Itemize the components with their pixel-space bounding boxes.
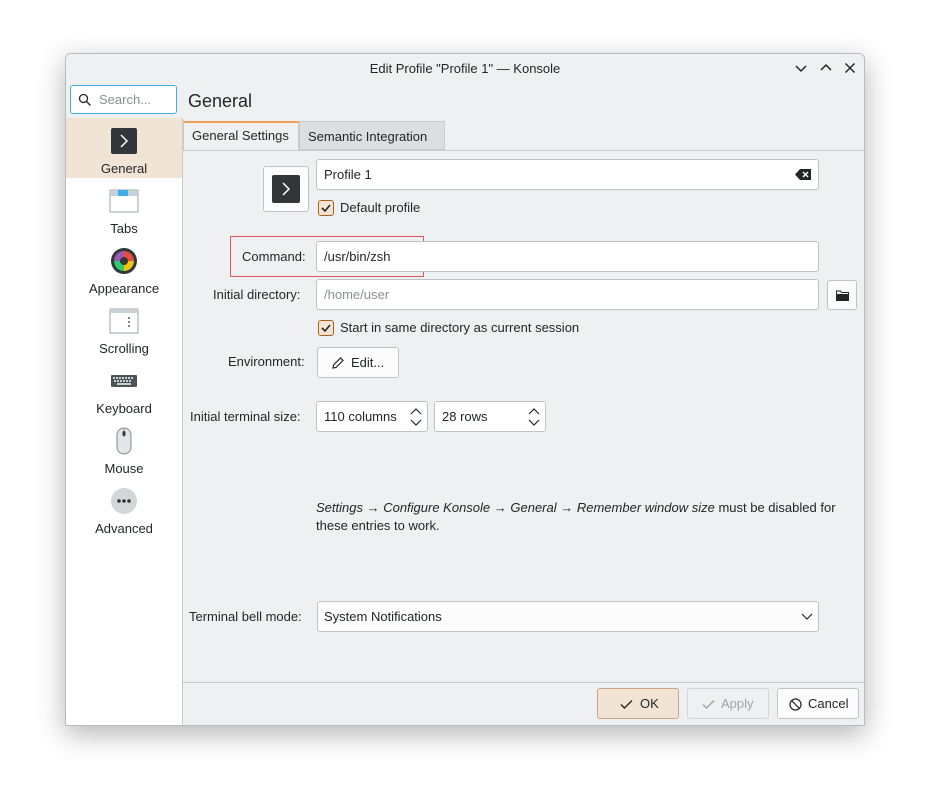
apply-label: Apply bbox=[721, 696, 754, 711]
initial-directory-label: Initial directory: bbox=[213, 287, 301, 302]
more-icon bbox=[111, 488, 137, 514]
sidebar-item-label: Tabs bbox=[110, 221, 138, 236]
columns-spinbox[interactable]: 110 columns bbox=[316, 401, 428, 432]
bell-mode-label: Terminal bell mode: bbox=[189, 609, 302, 624]
chevron-down-icon bbox=[801, 613, 813, 620]
terminal-icon bbox=[272, 175, 300, 203]
close-icon bbox=[844, 62, 856, 74]
checkmark-icon bbox=[321, 324, 331, 333]
sidebar-item-label: Keyboard bbox=[96, 401, 152, 416]
sidebar-item-advanced[interactable]: Advanced bbox=[66, 478, 182, 538]
ok-label: OK bbox=[640, 696, 659, 711]
sidebar-item-label: Appearance bbox=[88, 281, 160, 296]
command-input[interactable]: /usr/bin/zsh bbox=[316, 241, 819, 272]
checkmark-icon bbox=[321, 204, 331, 213]
sidebar-item-label: Mouse bbox=[104, 461, 144, 476]
spin-arrows-icon[interactable] bbox=[410, 406, 422, 428]
spin-arrows-icon[interactable] bbox=[528, 406, 540, 428]
chevron-down-icon bbox=[795, 65, 807, 73]
scrolling-icon bbox=[109, 308, 139, 334]
sidebar-item-general[interactable]: General bbox=[66, 118, 182, 178]
sidebar-item-label: General bbox=[100, 161, 148, 176]
sidebar-item-keyboard[interactable]: Keyboard bbox=[66, 358, 182, 418]
command-label: Command: bbox=[242, 249, 306, 264]
sidebar-item-label: Scrolling bbox=[99, 341, 149, 356]
cancel-label: Cancel bbox=[808, 696, 849, 711]
checkmark-icon bbox=[620, 700, 633, 709]
color-wheel-icon bbox=[111, 248, 137, 274]
clear-text-icon[interactable] bbox=[795, 168, 812, 181]
search-input[interactable] bbox=[99, 90, 173, 109]
mouse-icon bbox=[116, 427, 132, 455]
footer-divider bbox=[183, 682, 864, 683]
apply-button[interactable]: Apply bbox=[687, 688, 769, 719]
initial-directory-input[interactable]: /home/user bbox=[316, 279, 819, 310]
cancel-button[interactable]: Cancel bbox=[777, 688, 859, 719]
tab-general-settings[interactable]: General Settings bbox=[183, 121, 299, 150]
environment-label: Environment: bbox=[228, 354, 305, 369]
ok-button[interactable]: OK bbox=[597, 688, 679, 719]
profile-icon-button[interactable] bbox=[263, 166, 309, 212]
bell-mode-dropdown[interactable]: System Notifications bbox=[317, 601, 819, 632]
initial-directory-placeholder: /home/user bbox=[324, 287, 390, 302]
edit-profile-dialog: Edit Profile "Profile 1" — Konsole Gener… bbox=[65, 53, 865, 726]
title-bar[interactable]: Edit Profile "Profile 1" — Konsole bbox=[66, 54, 864, 82]
sidebar: General Tabs Appearance Scrolling Keyboa… bbox=[66, 118, 183, 725]
same-directory-checkbox[interactable] bbox=[318, 320, 334, 336]
search-field[interactable] bbox=[70, 85, 177, 114]
terminal-icon bbox=[111, 128, 137, 154]
window-size-note: Settings → Configure Konsole → General →… bbox=[316, 499, 841, 535]
profile-name-value: Profile 1 bbox=[324, 167, 372, 182]
checkmark-icon bbox=[702, 700, 715, 709]
terminal-size-label: Initial terminal size: bbox=[190, 409, 301, 424]
close-button[interactable] bbox=[841, 59, 859, 77]
environment-edit-label: Edit... bbox=[351, 355, 385, 370]
command-value: /usr/bin/zsh bbox=[324, 249, 391, 264]
sidebar-item-tabs[interactable]: Tabs bbox=[66, 178, 182, 238]
browse-directory-button[interactable] bbox=[827, 280, 857, 310]
search-icon bbox=[78, 93, 91, 106]
rows-value: 28 rows bbox=[442, 409, 488, 424]
chevron-up-icon bbox=[820, 63, 832, 71]
tabs-icon bbox=[109, 189, 139, 213]
default-profile-label: Default profile bbox=[340, 200, 421, 215]
maximize-button[interactable] bbox=[817, 59, 835, 77]
columns-value: 110 columns bbox=[324, 409, 397, 424]
same-directory-label: Start in same directory as current sessi… bbox=[340, 320, 580, 335]
minimize-button[interactable] bbox=[792, 59, 810, 77]
keyboard-icon bbox=[111, 375, 137, 387]
rows-spinbox[interactable]: 28 rows bbox=[434, 401, 546, 432]
bell-mode-value: System Notifications bbox=[324, 609, 442, 624]
folder-icon bbox=[836, 290, 849, 301]
sidebar-item-label: Advanced bbox=[95, 521, 153, 536]
pencil-icon bbox=[332, 357, 344, 369]
cancel-icon bbox=[789, 698, 802, 711]
tab-divider bbox=[183, 150, 864, 151]
default-profile-checkbox[interactable] bbox=[318, 200, 334, 216]
sidebar-item-mouse[interactable]: Mouse bbox=[66, 418, 182, 478]
sidebar-item-appearance[interactable]: Appearance bbox=[66, 238, 182, 298]
profile-name-input[interactable]: Profile 1 bbox=[316, 159, 819, 190]
tab-semantic-integration[interactable]: Semantic Integration bbox=[299, 121, 445, 150]
note-italic: Settings → Configure Konsole → General →… bbox=[316, 500, 715, 515]
environment-edit-button[interactable]: Edit... bbox=[317, 347, 399, 378]
sidebar-item-scrolling[interactable]: Scrolling bbox=[66, 298, 182, 358]
window-title: Edit Profile "Profile 1" — Konsole bbox=[369, 61, 561, 76]
page-title: General bbox=[188, 91, 253, 111]
